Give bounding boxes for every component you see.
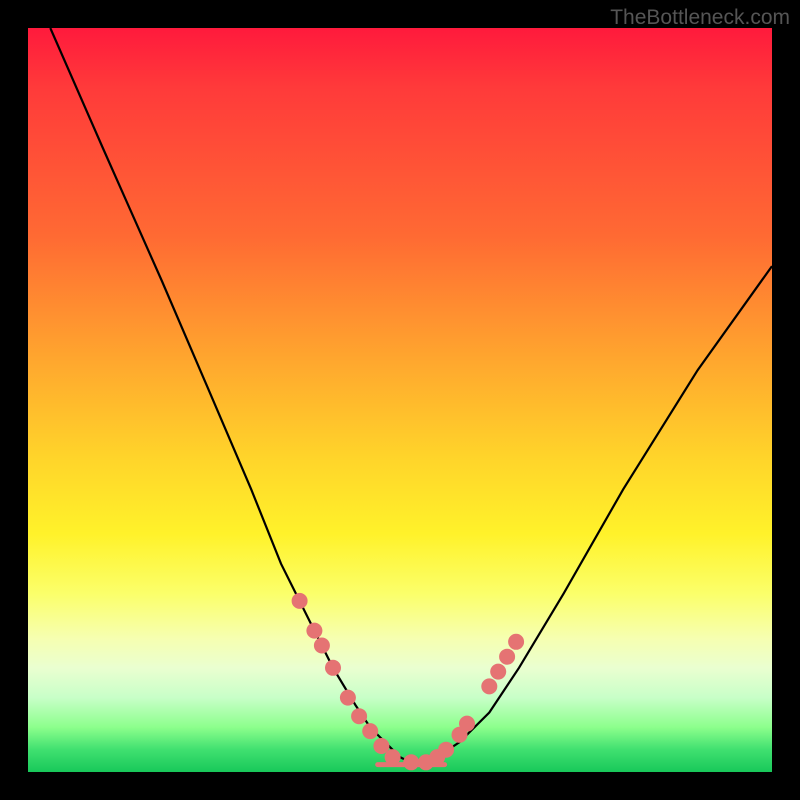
scatter-dot xyxy=(438,742,454,758)
scatter-dot xyxy=(481,678,497,694)
scatter-dot xyxy=(325,660,341,676)
chart-frame: TheBottleneck.com xyxy=(0,0,800,800)
left-curve xyxy=(50,28,415,765)
scatter-dot xyxy=(340,690,356,706)
scatter-dot xyxy=(490,664,506,680)
scatter-dot xyxy=(385,749,401,765)
scatter-dots xyxy=(292,593,524,770)
scatter-dot xyxy=(292,593,308,609)
scatter-dot xyxy=(362,723,378,739)
scatter-dot xyxy=(351,708,367,724)
watermark-text: TheBottleneck.com xyxy=(610,6,790,30)
plot-area xyxy=(28,28,772,772)
scatter-dot xyxy=(403,754,419,770)
chart-svg xyxy=(28,28,772,772)
scatter-dot xyxy=(499,649,515,665)
right-curve xyxy=(415,266,772,764)
scatter-dot xyxy=(508,634,524,650)
scatter-dot xyxy=(459,716,475,732)
scatter-dot xyxy=(314,638,330,654)
scatter-dot xyxy=(306,623,322,639)
